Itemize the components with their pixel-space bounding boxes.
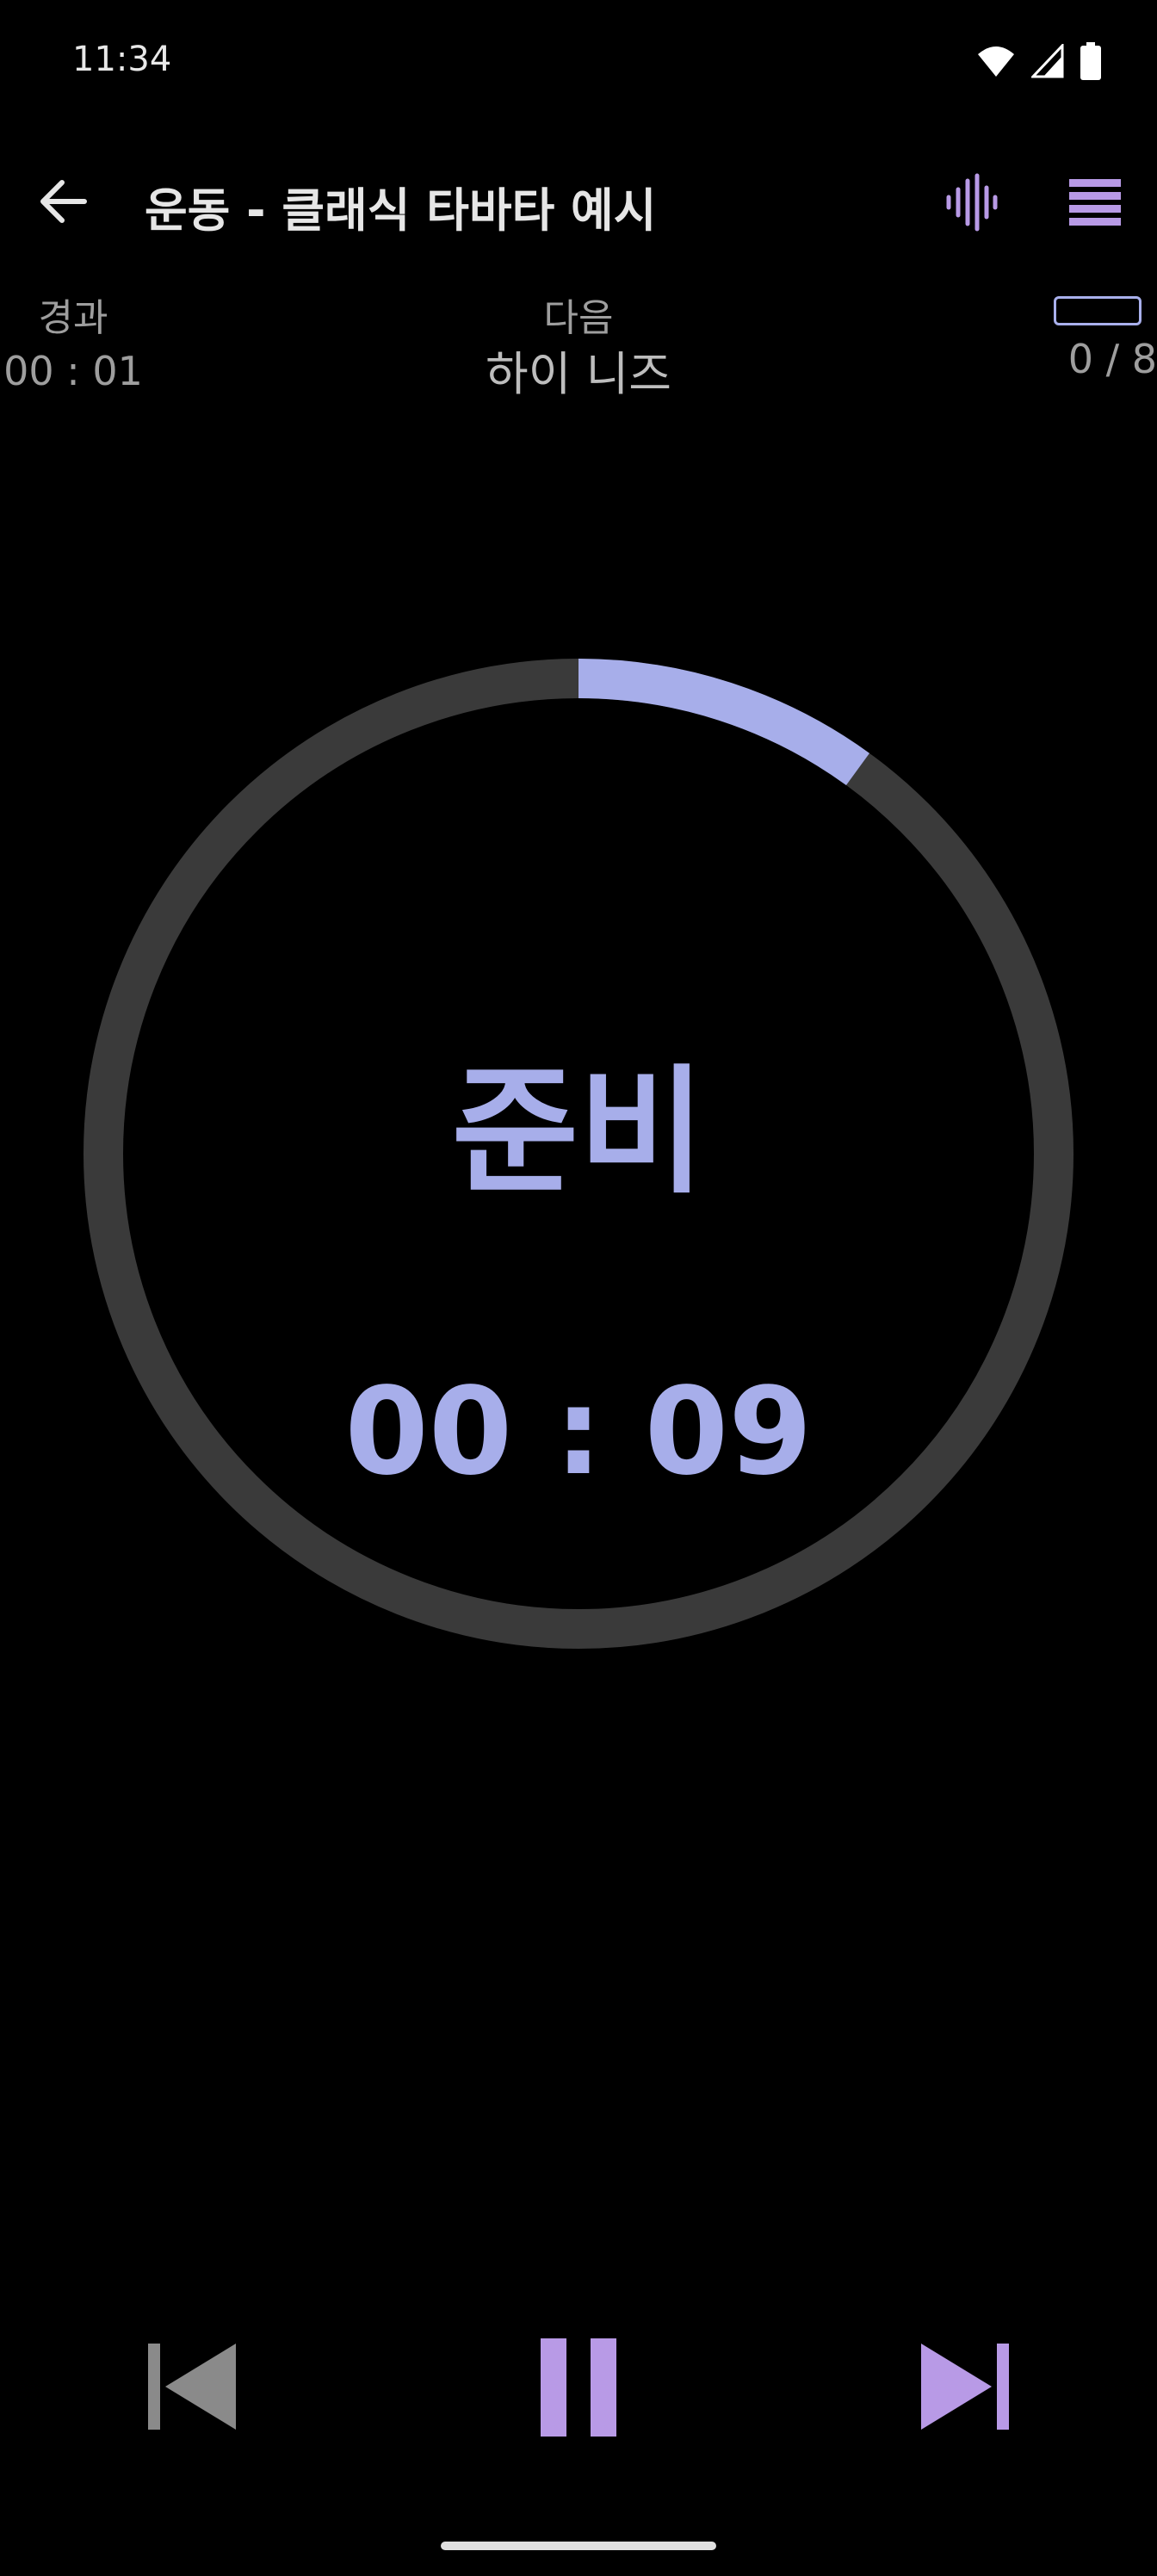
signal-icon bbox=[1031, 44, 1064, 78]
elapsed-label: 경과 bbox=[38, 296, 108, 340]
home-indicator[interactable] bbox=[441, 2542, 716, 2550]
next-label: 다음 bbox=[543, 296, 614, 340]
page-title: 운동 - 클래식 타바타 예시 bbox=[145, 183, 657, 238]
status-icons bbox=[976, 40, 1102, 83]
elapsed-info: 경과 00 : 01 bbox=[0, 293, 146, 398]
elapsed-value: 00 : 01 bbox=[3, 348, 143, 394]
countdown-timer: 00 : 09 bbox=[344, 1362, 813, 1502]
status-time: 11:34 bbox=[72, 40, 172, 79]
next-exercise-info: 다음 하이 니즈 bbox=[406, 293, 751, 405]
battery-icon bbox=[1080, 42, 1101, 80]
wifi-icon bbox=[978, 46, 1014, 77]
sound-wave-icon[interactable] bbox=[944, 172, 999, 232]
phase-label: 준비 bbox=[451, 1051, 706, 1212]
round-progress-box bbox=[1054, 296, 1142, 325]
next-exercise-name: 하이 니즈 bbox=[486, 347, 671, 401]
round-count: 0 / 8 bbox=[1067, 336, 1157, 382]
back-arrow-icon[interactable] bbox=[33, 170, 95, 232]
skip-previous-icon[interactable] bbox=[145, 2342, 239, 2431]
menu-icon[interactable] bbox=[1067, 177, 1123, 227]
skip-next-icon[interactable] bbox=[918, 2342, 1012, 2431]
pause-icon[interactable] bbox=[539, 2337, 618, 2438]
